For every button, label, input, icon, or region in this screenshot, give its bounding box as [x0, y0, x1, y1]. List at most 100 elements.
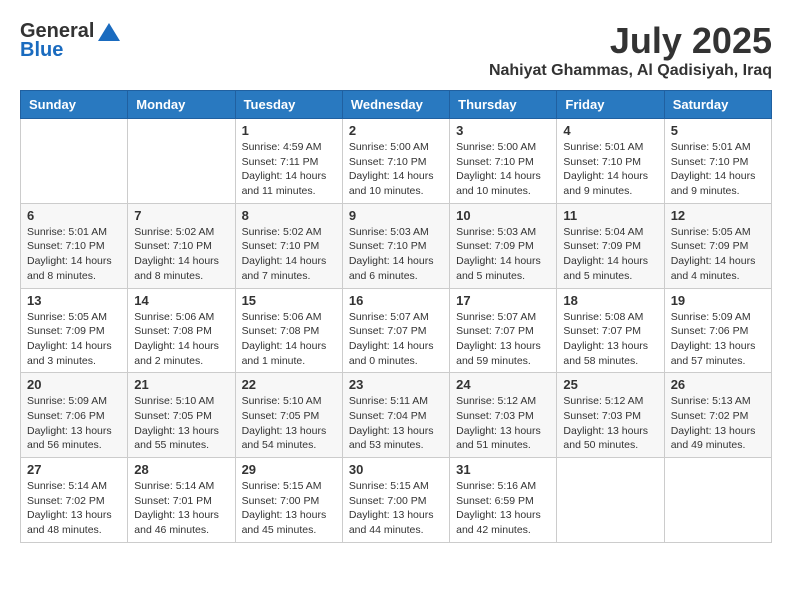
- day-info: Sunrise: 5:05 AMSunset: 7:09 PMDaylight:…: [671, 225, 765, 284]
- calendar-cell: 20Sunrise: 5:09 AMSunset: 7:06 PMDayligh…: [21, 373, 128, 458]
- calendar-cell: 16 Sunrise: 5:07 AMSunset: 7:07 PMDayligh…: [342, 288, 449, 373]
- day-info: Sunrise: 5:04 AMSunset: 7:09 PMDaylight:…: [563, 225, 657, 284]
- week-row-3: 13 Sunrise: 5:05 AMSunset: 7:09 PMDayligh…: [21, 288, 772, 373]
- day-info: Sunrise: 5:06 AMSunset: 7:08 PMDaylight:…: [242, 310, 336, 369]
- calendar-cell: 9 Sunrise: 5:03 AMSunset: 7:10 PMDaylight…: [342, 203, 449, 288]
- day-info: Sunrise: 5:03 AMSunset: 7:10 PMDaylight:…: [349, 225, 443, 284]
- calendar-cell: 14 Sunrise: 5:06 AMSunset: 7:08 PMDayligh…: [128, 288, 235, 373]
- calendar-cell: 22Sunrise: 5:10 AMSunset: 7:05 PMDayligh…: [235, 373, 342, 458]
- weekday-header-friday: Friday: [557, 91, 664, 119]
- calendar-cell: 18Sunrise: 5:08 AMSunset: 7:07 PMDayligh…: [557, 288, 664, 373]
- week-row-2: 6 Sunrise: 5:01 AMSunset: 7:10 PMDaylight…: [21, 203, 772, 288]
- weekday-header-saturday: Saturday: [664, 91, 771, 119]
- day-number: 10: [456, 208, 550, 223]
- day-number: 11: [563, 208, 657, 223]
- day-number: 21: [134, 377, 228, 392]
- calendar-cell: 19 Sunrise: 5:09 AMSunset: 7:06 PMDayligh…: [664, 288, 771, 373]
- logo-blue: Blue: [20, 39, 63, 62]
- day-info: Sunrise: 5:01 AMSunset: 7:10 PMDaylight:…: [27, 225, 121, 284]
- day-number: 28: [134, 462, 228, 477]
- day-number: 26: [671, 377, 765, 392]
- day-info: Sunrise: 5:10 AMSunset: 7:05 PMDaylight:…: [134, 394, 228, 453]
- day-info: Sunrise: 5:14 AMSunset: 7:01 PMDaylight:…: [134, 479, 228, 538]
- day-info: Sunrise: 5:10 AMSunset: 7:05 PMDaylight:…: [242, 394, 336, 453]
- day-number: 25: [563, 377, 657, 392]
- calendar-cell: 26 Sunrise: 5:13 AMSunset: 7:02 PMDayligh…: [664, 373, 771, 458]
- day-number: 8: [242, 208, 336, 223]
- day-number: 9: [349, 208, 443, 223]
- day-info: Sunrise: 4:59 AMSunset: 7:11 PMDaylight:…: [242, 140, 336, 199]
- calendar-cell: 2 Sunrise: 5:00 AMSunset: 7:10 PMDaylight…: [342, 119, 449, 204]
- day-info: Sunrise: 5:02 AMSunset: 7:10 PMDaylight:…: [134, 225, 228, 284]
- calendar-cell: 25 Sunrise: 5:12 AMSunset: 7:03 PMDayligh…: [557, 373, 664, 458]
- calendar: SundayMondayTuesdayWednesdayThursdayFrid…: [20, 90, 772, 543]
- day-number: 19: [671, 293, 765, 308]
- week-row-4: 20Sunrise: 5:09 AMSunset: 7:06 PMDayligh…: [21, 373, 772, 458]
- calendar-cell: 28 Sunrise: 5:14 AMSunset: 7:01 PMDayligh…: [128, 458, 235, 543]
- calendar-cell: 31Sunrise: 5:16 AMSunset: 6:59 PMDayligh…: [450, 458, 557, 543]
- day-info: Sunrise: 5:09 AMSunset: 7:06 PMDaylight:…: [27, 394, 121, 453]
- day-number: 4: [563, 123, 657, 138]
- month-title: July 2025: [489, 20, 772, 62]
- weekday-header-thursday: Thursday: [450, 91, 557, 119]
- day-info: Sunrise: 5:08 AMSunset: 7:07 PMDaylight:…: [563, 310, 657, 369]
- logo: General Blue: [20, 20, 120, 62]
- calendar-cell: 21 Sunrise: 5:10 AMSunset: 7:05 PMDayligh…: [128, 373, 235, 458]
- calendar-cell: [21, 119, 128, 204]
- day-info: Sunrise: 5:07 AMSunset: 7:07 PMDaylight:…: [349, 310, 443, 369]
- day-number: 7: [134, 208, 228, 223]
- day-number: 5: [671, 123, 765, 138]
- day-number: 16: [349, 293, 443, 308]
- weekday-header-wednesday: Wednesday: [342, 91, 449, 119]
- weekday-header-tuesday: Tuesday: [235, 91, 342, 119]
- day-number: 6: [27, 208, 121, 223]
- weekday-header-sunday: Sunday: [21, 91, 128, 119]
- calendar-cell: 3 Sunrise: 5:00 AMSunset: 7:10 PMDaylight…: [450, 119, 557, 204]
- day-number: 24: [456, 377, 550, 392]
- calendar-cell: 15 Sunrise: 5:06 AMSunset: 7:08 PMDayligh…: [235, 288, 342, 373]
- day-number: 15: [242, 293, 336, 308]
- day-number: 2: [349, 123, 443, 138]
- calendar-cell: 6 Sunrise: 5:01 AMSunset: 7:10 PMDaylight…: [21, 203, 128, 288]
- header: General Blue July 2025 Nahiyat Ghammas, …: [20, 20, 772, 80]
- calendar-cell: 7 Sunrise: 5:02 AMSunset: 7:10 PMDaylight…: [128, 203, 235, 288]
- day-info: Sunrise: 5:15 AMSunset: 7:00 PMDaylight:…: [242, 479, 336, 538]
- calendar-cell: 8 Sunrise: 5:02 AMSunset: 7:10 PMDaylight…: [235, 203, 342, 288]
- logo-icon: [98, 23, 120, 41]
- day-number: 3: [456, 123, 550, 138]
- day-number: 14: [134, 293, 228, 308]
- calendar-cell: 12Sunrise: 5:05 AMSunset: 7:09 PMDayligh…: [664, 203, 771, 288]
- calendar-cell: 24 Sunrise: 5:12 AMSunset: 7:03 PMDayligh…: [450, 373, 557, 458]
- day-info: Sunrise: 5:11 AMSunset: 7:04 PMDaylight:…: [349, 394, 443, 453]
- weekday-header-row: SundayMondayTuesdayWednesdayThursdayFrid…: [21, 91, 772, 119]
- day-info: Sunrise: 5:06 AMSunset: 7:08 PMDaylight:…: [134, 310, 228, 369]
- day-info: Sunrise: 5:09 AMSunset: 7:06 PMDaylight:…: [671, 310, 765, 369]
- day-info: Sunrise: 5:12 AMSunset: 7:03 PMDaylight:…: [456, 394, 550, 453]
- day-info: Sunrise: 5:12 AMSunset: 7:03 PMDaylight:…: [563, 394, 657, 453]
- calendar-cell: 10 Sunrise: 5:03 AMSunset: 7:09 PMDayligh…: [450, 203, 557, 288]
- day-number: 13: [27, 293, 121, 308]
- calendar-cell: [664, 458, 771, 543]
- calendar-cell: 29Sunrise: 5:15 AMSunset: 7:00 PMDayligh…: [235, 458, 342, 543]
- day-info: Sunrise: 5:02 AMSunset: 7:10 PMDaylight:…: [242, 225, 336, 284]
- calendar-cell: [128, 119, 235, 204]
- calendar-cell: 4Sunrise: 5:01 AMSunset: 7:10 PMDaylight…: [557, 119, 664, 204]
- calendar-cell: 1 Sunrise: 4:59 AMSunset: 7:11 PMDaylight…: [235, 119, 342, 204]
- day-number: 31: [456, 462, 550, 477]
- calendar-cell: 13 Sunrise: 5:05 AMSunset: 7:09 PMDayligh…: [21, 288, 128, 373]
- calendar-cell: [557, 458, 664, 543]
- day-number: 1: [242, 123, 336, 138]
- day-info: Sunrise: 5:05 AMSunset: 7:09 PMDaylight:…: [27, 310, 121, 369]
- day-number: 17: [456, 293, 550, 308]
- day-info: Sunrise: 5:00 AMSunset: 7:10 PMDaylight:…: [456, 140, 550, 199]
- calendar-cell: 30Sunrise: 5:15 AMSunset: 7:00 PMDayligh…: [342, 458, 449, 543]
- day-number: 27: [27, 462, 121, 477]
- day-info: Sunrise: 5:07 AMSunset: 7:07 PMDaylight:…: [456, 310, 550, 369]
- calendar-cell: 23 Sunrise: 5:11 AMSunset: 7:04 PMDayligh…: [342, 373, 449, 458]
- day-info: Sunrise: 5:13 AMSunset: 7:02 PMDaylight:…: [671, 394, 765, 453]
- day-info: Sunrise: 5:03 AMSunset: 7:09 PMDaylight:…: [456, 225, 550, 284]
- day-number: 23: [349, 377, 443, 392]
- calendar-cell: 5Sunrise: 5:01 AMSunset: 7:10 PMDaylight…: [664, 119, 771, 204]
- calendar-cell: 27Sunrise: 5:14 AMSunset: 7:02 PMDayligh…: [21, 458, 128, 543]
- day-info: Sunrise: 5:00 AMSunset: 7:10 PMDaylight:…: [349, 140, 443, 199]
